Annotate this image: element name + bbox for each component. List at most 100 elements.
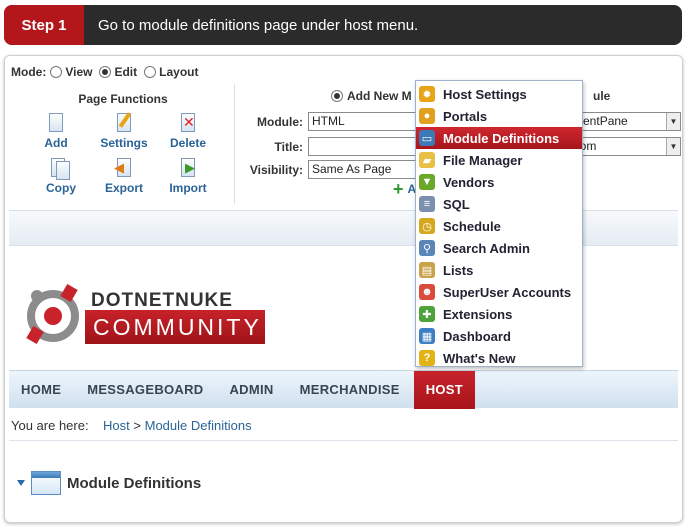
nav-admin[interactable]: ADMIN [217, 371, 285, 409]
host-menu-item-label: Vendors [443, 174, 495, 190]
vendors-icon: ▼ [419, 174, 435, 190]
pane-select[interactable]: ntentPane ▼ [569, 112, 681, 131]
window-icon: ▭ [419, 130, 435, 146]
radio-selected-icon[interactable] [99, 66, 112, 78]
step-instruction: Go to module definitions page under host… [98, 16, 419, 34]
module-title: Module Definitions [67, 474, 202, 492]
nav-host[interactable]: HOST [413, 371, 475, 409]
mode-edit[interactable]: Edit [99, 65, 137, 79]
add-page-icon [46, 112, 66, 134]
breadcrumb-separator: > [133, 418, 141, 433]
nav-messageboard[interactable]: MESSAGEBOARD [75, 371, 215, 409]
mode-label: Mode: [11, 65, 47, 79]
step-banner: Step 1 Go to module definitions page und… [4, 5, 682, 45]
question-icon: ? [419, 350, 435, 366]
module-actions-chevron-icon[interactable] [17, 480, 25, 486]
add-page-button[interactable]: Add [21, 112, 91, 150]
module-header: Module Definitions [17, 471, 201, 495]
delete-page-button[interactable]: ✕ Delete [153, 112, 223, 150]
host-menu-item-label: SuperUser Accounts [443, 284, 572, 300]
logo-wordmark-bottom: COMMUNITY [85, 310, 265, 344]
dnn-gear-icon [26, 283, 79, 345]
host-menu-item-label: Host Settings [443, 86, 527, 102]
user-icon: ☻ [419, 284, 435, 300]
page-functions-title: Page Functions [78, 92, 168, 106]
host-menu-item-label: Module Definitions [443, 130, 560, 146]
mode-selector: Mode: View Edit Layout [11, 65, 201, 79]
dashboard-icon: ▦ [419, 328, 435, 344]
import-page-button[interactable]: ▶ Import [153, 157, 223, 195]
host-menu-item-label: Schedule [443, 218, 501, 234]
plus-icon: + [393, 179, 404, 199]
mode-layout[interactable]: Layout [144, 65, 198, 79]
visibility-label: Visibility: [249, 163, 303, 177]
host-menu-item-label: SQL [443, 196, 470, 212]
puzzle-icon: ✚ [419, 306, 435, 322]
clipboard-icon: ▤ [419, 262, 435, 278]
divider [9, 440, 678, 441]
title-input[interactable] [308, 137, 428, 156]
breadcrumb-host-link[interactable]: Host [103, 418, 130, 433]
radio-icon[interactable] [144, 66, 157, 78]
visibility-select[interactable]: Same As Page [308, 160, 428, 179]
title-label: Title: [274, 140, 303, 154]
host-menu-item-extensions[interactable]: ✚ Extensions [416, 303, 582, 325]
add-existing-module-label: ule [593, 89, 611, 103]
site-logo[interactable]: DOTNETNUKE COMMUNITY [23, 278, 273, 350]
magnifier-icon: ⚲ [419, 240, 435, 256]
folder-icon: ▰ [419, 152, 435, 168]
host-menu-item-dashboard[interactable]: ▦ Dashboard [416, 325, 582, 347]
host-menu-item-label: File Manager [443, 152, 523, 168]
breadcrumb-page-link[interactable]: Module Definitions [145, 418, 252, 433]
logo-wordmark-top: DOTNETNUKE [91, 290, 233, 311]
chevron-down-icon[interactable]: ▼ [666, 138, 680, 155]
export-page-button[interactable]: ◀ Export [89, 157, 159, 195]
host-menu-item-search-admin[interactable]: ⚲ Search Admin [416, 237, 582, 259]
export-icon: ◀ [114, 157, 134, 179]
nav-home[interactable]: HOME [9, 371, 73, 409]
host-menu-item-label: Search Admin [443, 240, 530, 256]
copy-icon [51, 157, 71, 180]
settings-pencil-icon [114, 112, 134, 134]
host-menu-item-lists[interactable]: ▤ Lists [416, 259, 582, 281]
portals-icon: ● [419, 108, 435, 124]
host-menu-item-file-manager[interactable]: ▰ File Manager [416, 149, 582, 171]
host-menu-item-sql[interactable]: ≡ SQL [416, 193, 582, 215]
breadcrumb: You are here: Host > Module Definitions [11, 418, 252, 433]
host-menu-item-label: What's New [443, 350, 516, 366]
host-menu-item-host-settings[interactable]: ✹ Host Settings [416, 83, 582, 105]
host-menu-item-label: Lists [443, 262, 474, 278]
host-menu-item-portals[interactable]: ● Portals [416, 105, 582, 127]
database-icon: ≡ [419, 196, 435, 212]
host-menu-item-module-definitions[interactable]: ▭ Module Definitions [416, 127, 582, 149]
host-menu-item-schedule[interactable]: ◷ Schedule [416, 215, 582, 237]
add-module-button[interactable]: + A [393, 179, 416, 199]
host-menu-item-what-s-new[interactable]: ? What's New [416, 347, 582, 369]
module-label: Module: [257, 115, 303, 129]
mode-view[interactable]: View [50, 65, 92, 79]
step-label: Step 1 [4, 5, 84, 45]
page-functions: Page Functions Add Settings ✕ Delete Cop… [11, 84, 235, 204]
module-select[interactable]: HTML [308, 112, 428, 131]
radio-icon[interactable] [50, 66, 63, 78]
position-select[interactable]: ttom ▼ [569, 137, 681, 156]
gear-icon: ✹ [419, 86, 435, 102]
settings-page-button[interactable]: Settings [89, 112, 159, 150]
import-icon: ▶ [178, 157, 198, 179]
copy-page-button[interactable]: Copy [26, 157, 96, 195]
main-nav: HOME MESSAGEBOARD ADMIN MERCHANDISE HOST [9, 370, 678, 409]
host-menu-item-superuser-accounts[interactable]: ☻ SuperUser Accounts [416, 281, 582, 303]
host-menu-dropdown: ✹ Host Settings ● Portals ▭ Module Definition… [415, 80, 583, 367]
host-menu-item-label: Dashboard [443, 328, 511, 344]
chevron-down-icon[interactable]: ▼ [666, 113, 680, 130]
window-icon [31, 471, 61, 495]
add-new-module-radio[interactable]: Add New M [331, 89, 412, 103]
host-menu-item-label: Portals [443, 108, 488, 124]
radio-selected-icon[interactable] [331, 90, 343, 102]
host-menu-item-vendors[interactable]: ▼ Vendors [416, 171, 582, 193]
nav-merchandise[interactable]: MERCHANDISE [288, 371, 412, 409]
delete-icon: ✕ [181, 113, 195, 132]
clock-icon: ◷ [419, 218, 435, 234]
breadcrumb-prefix: You are here: [11, 418, 89, 433]
host-menu-item-label: Extensions [443, 306, 513, 322]
